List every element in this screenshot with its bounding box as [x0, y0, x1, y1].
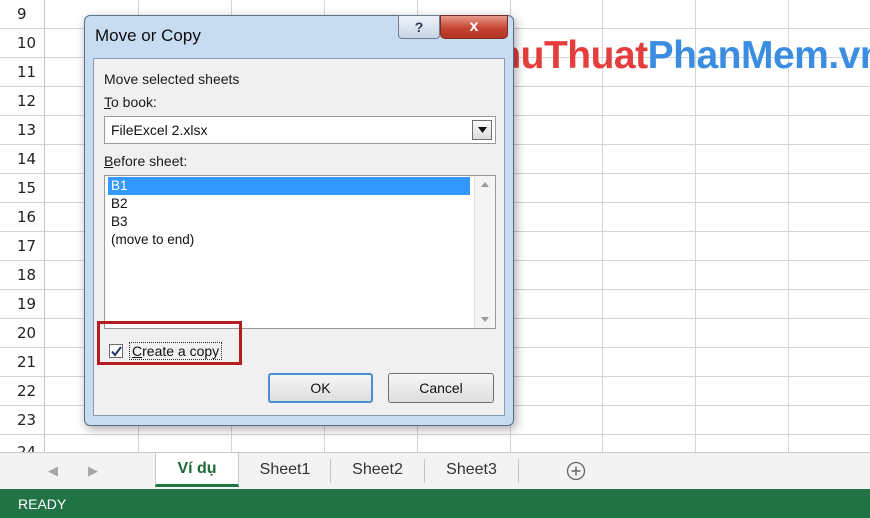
- status-bar: READY: [0, 489, 870, 518]
- watermark-part2: PhanMem.vn: [647, 34, 870, 77]
- tab-sheet2[interactable]: Sheet2: [331, 453, 424, 487]
- row-header-23[interactable]: 23: [0, 406, 45, 435]
- dropdown-button[interactable]: [472, 120, 492, 140]
- row-header-14[interactable]: 14: [0, 145, 45, 174]
- to-book-label: To book:: [104, 94, 157, 110]
- scroll-left-icon[interactable]: ◀: [48, 464, 58, 479]
- ok-button[interactable]: OK: [268, 373, 373, 403]
- row-header-22[interactable]: 22: [0, 377, 45, 406]
- row-header-11[interactable]: 11: [0, 58, 45, 87]
- row-header-12[interactable]: 12: [0, 87, 45, 116]
- row-header-24[interactable]: 24: [0, 435, 45, 461]
- dialog-title: Move or Copy: [95, 26, 201, 45]
- before-sheet-label: Before sheet:: [104, 153, 187, 169]
- status-text: READY: [18, 496, 67, 512]
- list-item-b3[interactable]: B3: [108, 213, 128, 231]
- row-header-20[interactable]: 20: [0, 319, 45, 348]
- row-header-17[interactable]: 17: [0, 232, 45, 261]
- scroll-up-icon: [481, 182, 489, 187]
- grid-line: [45, 434, 870, 435]
- help-button[interactable]: ?: [398, 15, 440, 39]
- row-header-15[interactable]: 15: [0, 174, 45, 203]
- to-book-value: FileExcel 2.xlsx: [111, 122, 208, 138]
- before-sheet-list[interactable]: B1 B2 B3 (move to end): [104, 175, 496, 329]
- to-book-accel: T: [104, 94, 111, 110]
- row-header-13[interactable]: 13: [0, 116, 45, 145]
- row-header-18[interactable]: 18: [0, 261, 45, 290]
- list-item-b1[interactable]: B1: [108, 177, 470, 195]
- scroll-down-button[interactable]: [475, 310, 495, 328]
- tab-separator: [518, 459, 519, 483]
- chevron-down-icon: [478, 127, 487, 133]
- move-selected-sheets-label: Move selected sheets: [104, 71, 240, 87]
- list-item-move-to-end[interactable]: (move to end): [108, 231, 194, 249]
- list-item-b2[interactable]: B2: [108, 195, 128, 213]
- row-header-16[interactable]: 16: [0, 203, 45, 232]
- watermark-logo: ThuThuatPhanMem.vn: [474, 34, 870, 78]
- row-header-19[interactable]: 19: [0, 290, 45, 319]
- tab-sheet3[interactable]: Sheet3: [425, 453, 518, 487]
- scroll-up-button[interactable]: [475, 176, 495, 194]
- scroll-down-icon: [481, 317, 489, 322]
- tab-sheet1[interactable]: Sheet1: [240, 453, 330, 487]
- before-sheet-accel: B: [104, 153, 114, 169]
- tab-vi-du[interactable]: Ví dụ: [155, 453, 239, 487]
- before-sheet-text: efore sheet:: [113, 153, 188, 169]
- sheet-tab-bar: ◀ ▶ Ví dụ Sheet1 Sheet2 Sheet3: [0, 452, 870, 490]
- highlight-box: [97, 321, 242, 365]
- row-header-21[interactable]: 21: [0, 348, 45, 377]
- cancel-button[interactable]: Cancel: [388, 373, 494, 403]
- add-sheet-button[interactable]: [566, 461, 586, 481]
- plus-circle-icon: [566, 461, 586, 481]
- list-scrollbar[interactable]: [474, 176, 495, 328]
- row-header-10[interactable]: 10: [0, 29, 45, 58]
- close-button[interactable]: x: [440, 15, 508, 39]
- scroll-right-icon[interactable]: ▶: [88, 464, 98, 479]
- to-book-select[interactable]: FileExcel 2.xlsx: [104, 116, 496, 144]
- row-header-9[interactable]: 9: [0, 0, 45, 29]
- to-book-text: o book:: [111, 94, 157, 110]
